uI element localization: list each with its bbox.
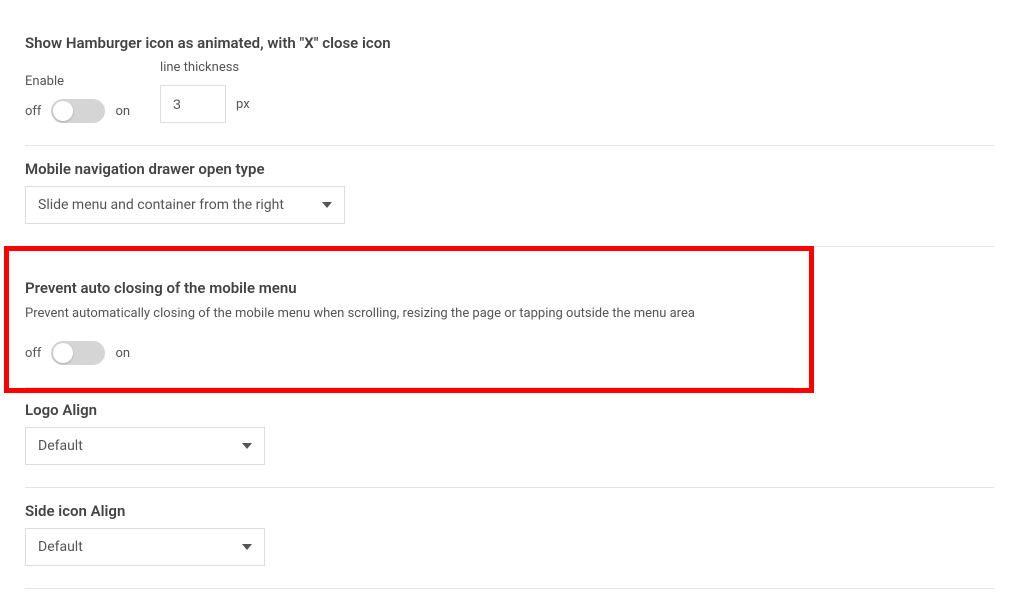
prevent-close-toggle[interactable]	[51, 341, 105, 365]
nav-drawer-title: Mobile navigation drawer open type	[25, 160, 994, 178]
enable-label: Enable	[25, 74, 130, 89]
side-icon-title: Side icon Align	[25, 502, 994, 520]
enable-on-label: on	[115, 104, 130, 119]
prevent-close-toggle-wrap: off on	[25, 341, 793, 365]
thickness-label: line thickness	[160, 60, 250, 75]
nav-drawer-selected: Slide menu and container from the right	[38, 197, 284, 213]
prevent-close-desc: Prevent automatically closing of the mob…	[25, 305, 793, 323]
toggle-knob	[53, 101, 73, 121]
logo-align-section: Logo Align Default	[25, 393, 994, 488]
prevent-close-title: Prevent auto closing of the mobile menu	[25, 279, 793, 297]
prevent-close-off-label: off	[25, 346, 41, 361]
logo-align-selected: Default	[38, 438, 83, 454]
thickness-control: px	[160, 85, 250, 123]
hamburger-title: Show Hamburger icon as animated, with "X…	[25, 34, 994, 52]
thickness-col: line thickness px	[160, 60, 250, 123]
highlighted-region: Prevent auto closing of the mobile menu …	[4, 246, 814, 393]
enable-off-label: off	[25, 104, 41, 119]
prevent-close-section: Prevent auto closing of the mobile menu …	[25, 265, 793, 388]
toggle-knob	[53, 343, 73, 363]
caret-down-icon	[322, 202, 332, 208]
enable-toggle-wrap: off on	[25, 99, 130, 123]
logo-align-title: Logo Align	[25, 401, 994, 419]
side-icon-section: Side icon Align Default	[25, 488, 994, 589]
hamburger-controls: Enable off on line thickness px	[25, 60, 994, 123]
caret-down-icon	[242, 443, 252, 449]
logo-align-select[interactable]: Default	[25, 427, 265, 465]
side-icon-select[interactable]: Default	[25, 528, 265, 566]
side-icon-selected: Default	[38, 539, 83, 555]
enable-col: Enable off on	[25, 74, 130, 123]
thickness-input[interactable]	[160, 85, 226, 123]
prevent-close-on-label: on	[115, 346, 130, 361]
thickness-unit: px	[236, 97, 250, 112]
enable-toggle[interactable]	[51, 99, 105, 123]
nav-drawer-section: Mobile navigation drawer open type Slide…	[25, 146, 994, 247]
nav-drawer-select[interactable]: Slide menu and container from the right	[25, 186, 345, 224]
hamburger-section: Show Hamburger icon as animated, with "X…	[25, 20, 994, 146]
caret-down-icon	[242, 544, 252, 550]
